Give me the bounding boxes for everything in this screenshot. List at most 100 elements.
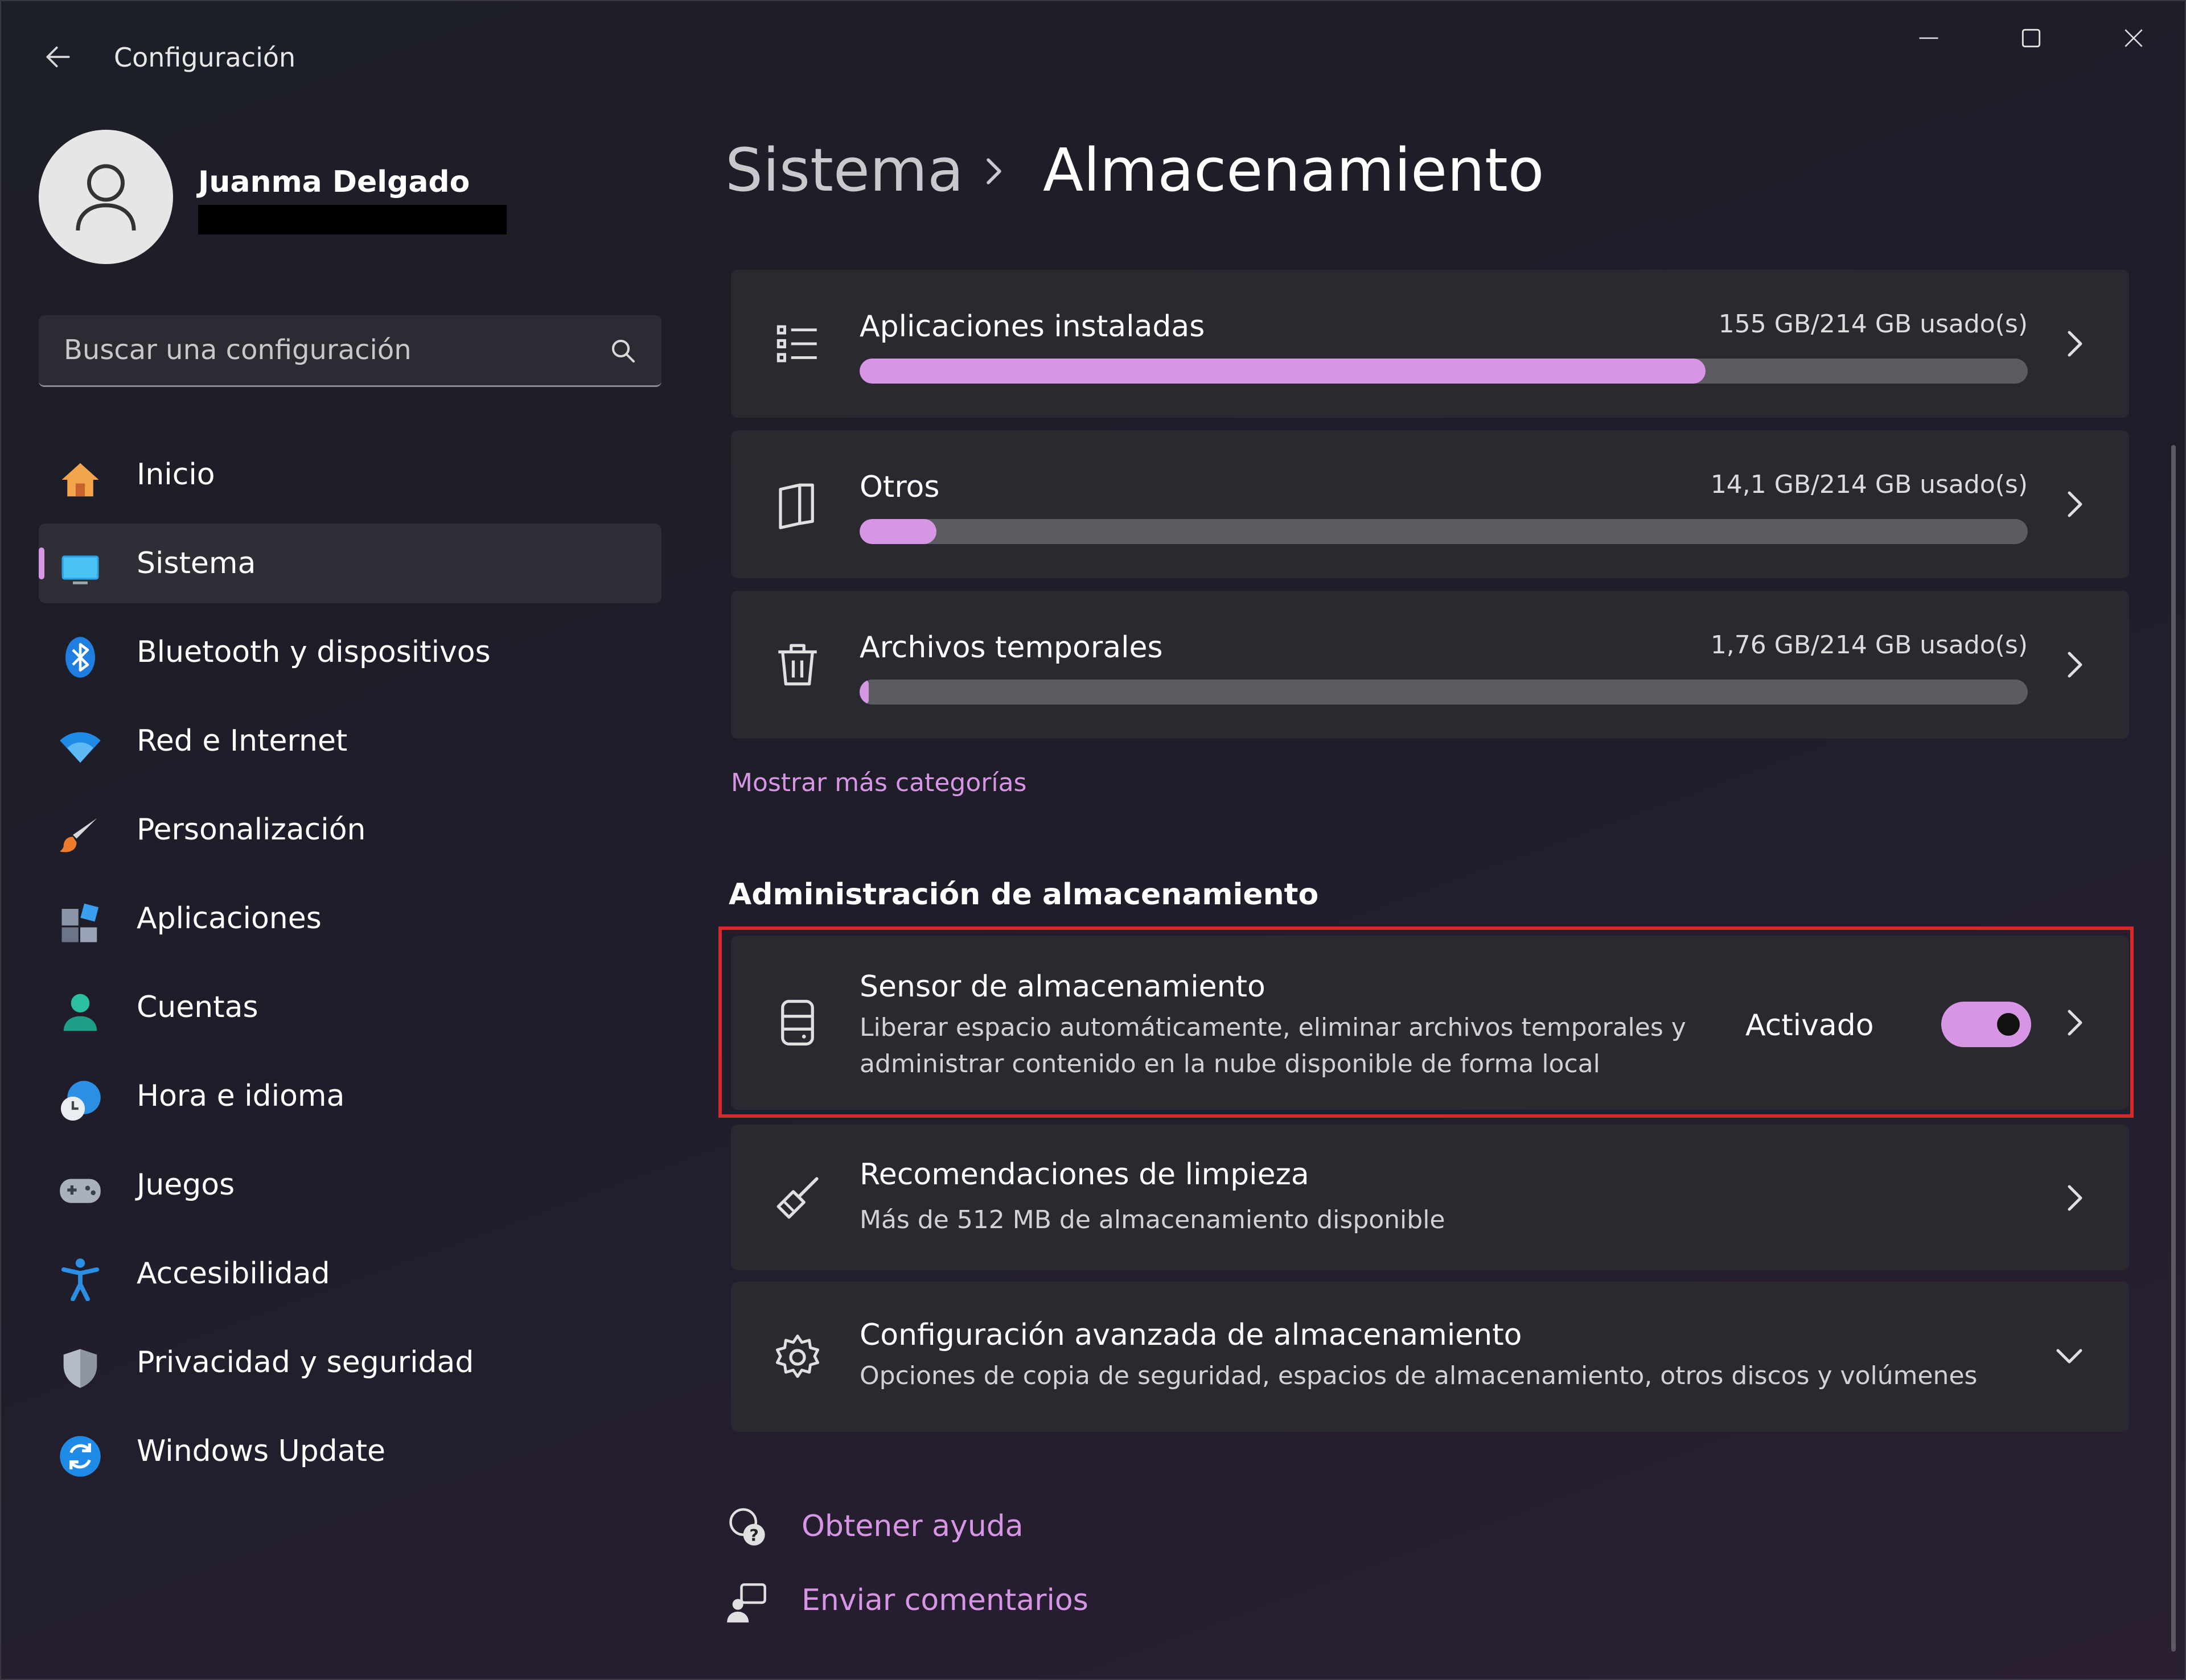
search-box[interactable]	[39, 315, 661, 387]
home-icon	[61, 463, 99, 497]
sidebar-item-label: Bluetooth y dispositivos	[137, 635, 491, 669]
usage-bar	[860, 680, 2028, 705]
sidebar-item-label: Personalización	[137, 813, 366, 847]
globe-clock-icon	[60, 1081, 101, 1121]
user-icon	[76, 164, 136, 231]
monitor-icon	[61, 555, 99, 584]
storage-category-apps[interactable]: Aplicaciones instaladas 155 GB/214 GB us…	[731, 270, 2129, 418]
cleanup-recommendations-row[interactable]: Recomendaciones de limpieza Más de 512 M…	[731, 1125, 2129, 1270]
sidebar-item-sistema[interactable]: Sistema	[39, 524, 661, 603]
sidebar-item-bluetooth[interactable]: Bluetooth y dispositivos	[39, 612, 661, 692]
sidebar-item-aplicaciones[interactable]: Aplicaciones	[39, 879, 661, 958]
gear-icon	[775, 1335, 820, 1378]
sidebar-item-hora[interactable]: Hora e idioma	[39, 1056, 661, 1136]
list-icon	[776, 325, 817, 363]
sidebar-nav: Inicio Sistema Bluetooth y dispositivos …	[39, 435, 661, 1500]
sidebar-item-label: Sistema	[137, 546, 256, 580]
sidebar-item-privacidad[interactable]: Privacidad y seguridad	[39, 1323, 661, 1402]
storage-sense-toggle[interactable]	[1941, 1002, 2031, 1047]
usage-bar-fill	[860, 359, 1706, 384]
arrow-left-icon	[46, 46, 70, 68]
gamepad-icon	[60, 1179, 101, 1203]
usage-bar	[860, 519, 2028, 544]
category-usage: 1,76 GB/214 GB usado(s)	[1710, 631, 2028, 660]
row-title: Configuración avanzada de almacenamiento	[860, 1318, 1522, 1352]
breadcrumb-parent[interactable]: Sistema	[725, 135, 964, 205]
usage-bar-fill	[860, 519, 937, 544]
search-icon[interactable]	[608, 336, 639, 367]
send-feedback-link[interactable]: Enviar comentarios	[802, 1583, 1088, 1617]
apps-icon	[61, 903, 99, 942]
row-description-line1: Liberar espacio automáticamente, elimina…	[860, 1013, 1686, 1042]
scrollbar[interactable]	[2171, 445, 2176, 1652]
broom-icon	[776, 1177, 819, 1219]
update-icon	[60, 1436, 101, 1477]
sidebar-item-label: Inicio	[137, 458, 215, 492]
wifi-icon	[60, 732, 101, 763]
window-title: Configuración	[114, 42, 296, 73]
bluetooth-icon	[65, 637, 95, 678]
row-title: Sensor de almacenamiento	[860, 970, 1265, 1004]
shield-icon	[63, 1349, 97, 1388]
get-help-link[interactable]: Obtener ayuda	[802, 1509, 1024, 1543]
storage-category-others[interactable]: Otros 14,1 GB/214 GB usado(s)	[731, 430, 2129, 578]
sidebar-item-label: Accesibilidad	[137, 1257, 330, 1291]
section-heading: Administración de almacenamiento	[729, 878, 1319, 912]
person-icon	[63, 994, 97, 1031]
category-usage: 155 GB/214 GB usado(s)	[1718, 310, 2028, 339]
sidebar-item-accesibilidad[interactable]: Accesibilidad	[39, 1234, 661, 1313]
sidebar-item-label: Juegos	[137, 1168, 235, 1202]
storage-drive-icon	[781, 999, 814, 1046]
show-more-categories-link[interactable]: Mostrar más categorías	[731, 768, 1026, 797]
sidebar-item-cuentas[interactable]: Cuentas	[39, 967, 661, 1047]
user-email-redacted	[198, 205, 507, 234]
sidebar-item-personalizacion[interactable]: Personalización	[39, 790, 661, 870]
chevron-right-icon	[987, 158, 1001, 184]
row-description-line2: administrar contenido en la nube disponi…	[860, 1049, 1600, 1078]
brush-icon	[60, 818, 97, 853]
minimize-button[interactable]	[1889, 13, 1969, 64]
advanced-storage-settings-row[interactable]: Configuración avanzada de almacenamiento…	[731, 1282, 2129, 1432]
toggle-knob	[1997, 1013, 2020, 1036]
sidebar-item-label: Aplicaciones	[137, 901, 322, 936]
help-icon: ?	[729, 1508, 765, 1546]
row-description: Opciones de copia de seguridad, espacios…	[860, 1361, 1978, 1390]
sidebar-item-label: Cuentas	[137, 990, 258, 1024]
usage-bar-fill	[860, 680, 869, 705]
settings-window: Configuración Juanma Delgado Inicio Sist…	[0, 0, 2186, 1680]
usage-bar	[860, 359, 2028, 384]
category-label: Aplicaciones instaladas	[860, 310, 1205, 344]
search-input[interactable]	[63, 332, 577, 368]
svg-text:?: ?	[749, 1526, 759, 1545]
trash-icon	[778, 644, 817, 686]
category-label: Otros	[860, 470, 940, 504]
chevron-right-icon	[2068, 652, 2082, 678]
sidebar-item-label: Privacidad y seguridad	[137, 1345, 474, 1380]
sidebar-item-inicio[interactable]: Inicio	[39, 435, 661, 514]
storage-sense-row[interactable]: Sensor de almacenamiento Liberar espacio…	[731, 936, 2129, 1110]
chevron-right-icon	[2068, 1185, 2082, 1211]
sidebar-item-label: Hora e idioma	[137, 1079, 345, 1113]
close-icon	[2125, 29, 2143, 47]
chevron-right-icon	[2068, 331, 2082, 357]
files-icon	[779, 483, 814, 529]
close-button[interactable]	[2094, 13, 2173, 64]
minimize-icon	[1919, 37, 1938, 39]
chevron-down-icon	[2056, 1349, 2082, 1364]
maximize-button[interactable]	[1991, 13, 2071, 64]
sidebar-item-label: Red e Internet	[137, 724, 348, 758]
chevron-right-icon	[2068, 1010, 2082, 1036]
sidebar-item-juegos[interactable]: Juegos	[39, 1145, 661, 1225]
row-description: Más de 512 MB de almacenamiento disponib…	[860, 1205, 1445, 1234]
feedback-icon	[727, 1583, 766, 1623]
category-label: Archivos temporales	[860, 631, 1163, 665]
sidebar-item-windows-update[interactable]: Windows Update	[39, 1411, 661, 1491]
chevron-right-icon	[2068, 491, 2082, 517]
row-title: Recomendaciones de limpieza	[860, 1158, 1309, 1192]
avatar[interactable]	[39, 130, 173, 264]
accessibility-icon	[61, 1258, 100, 1301]
back-button[interactable]	[35, 34, 81, 80]
category-usage: 14,1 GB/214 GB usado(s)	[1710, 470, 2028, 499]
sidebar-item-red[interactable]: Red e Internet	[39, 701, 661, 781]
storage-category-temp[interactable]: Archivos temporales 1,76 GB/214 GB usado…	[731, 591, 2129, 739]
